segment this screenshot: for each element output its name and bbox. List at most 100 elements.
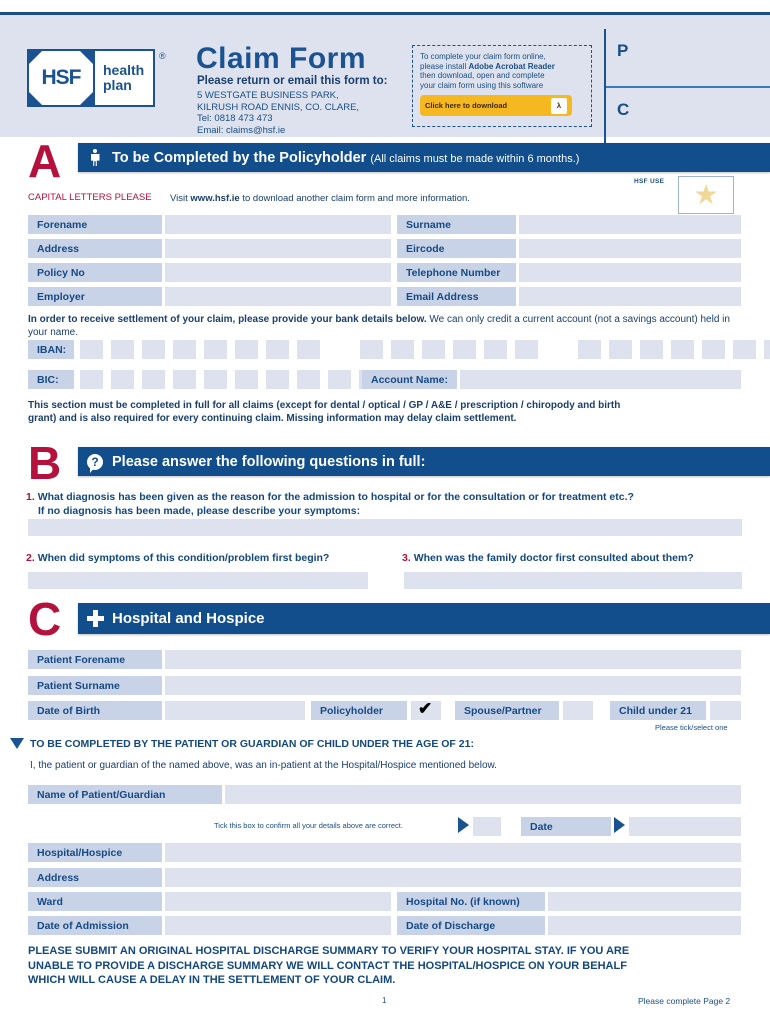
- hospital-address-label: Address: [28, 868, 162, 887]
- eircode-input[interactable]: [519, 239, 741, 258]
- relation-child-label: Child under 21: [610, 701, 706, 720]
- char-box[interactable]: [484, 340, 507, 359]
- logo-word-plan: plan: [103, 77, 132, 93]
- char-box[interactable]: [391, 340, 414, 359]
- date-of-admission-label: Date of Admission: [28, 916, 162, 935]
- section-c-letter: C: [28, 593, 62, 645]
- section-a-letter: A: [28, 135, 62, 187]
- char-box[interactable]: [204, 370, 227, 389]
- question-1-number: 1.: [26, 491, 35, 503]
- claim-form-page: HSF health plan ® Claim Form Please retu…: [0, 0, 770, 1024]
- char-box[interactable]: [235, 340, 258, 359]
- form-header: HSF health plan ® Claim Form Please retu…: [0, 12, 770, 147]
- char-box[interactable]: [80, 370, 103, 389]
- char-box[interactable]: [204, 340, 227, 359]
- char-box[interactable]: [142, 340, 165, 359]
- date-of-admission-input[interactable]: [165, 916, 391, 935]
- confirm-details-checkbox[interactable]: [473, 817, 501, 836]
- address-input[interactable]: [165, 239, 391, 258]
- section-a-title: To be Completed by the Policyholder: [112, 149, 367, 166]
- question-2-text: When did symptoms of this condition/prob…: [37, 552, 330, 564]
- char-box[interactable]: [640, 340, 663, 359]
- char-box[interactable]: [142, 370, 165, 389]
- policyholder-checkmark-icon: ✔: [418, 699, 433, 718]
- email-address-input[interactable]: [519, 287, 741, 306]
- question-3-answer-input[interactable]: [404, 572, 742, 589]
- char-box[interactable]: [111, 370, 134, 389]
- visit-website-note: Visit www.hsf.ie to download another cla…: [170, 193, 470, 204]
- tick-select-note: Please tick/select one: [655, 723, 728, 732]
- char-box[interactable]: [422, 340, 445, 359]
- section-b-letter: B: [28, 437, 62, 489]
- hospital-no-input[interactable]: [548, 892, 741, 911]
- char-box[interactable]: [764, 340, 770, 359]
- confirm-details-text: Tick this box to confirm all your detail…: [214, 821, 403, 830]
- surname-input[interactable]: [519, 215, 741, 234]
- patient-forename-input[interactable]: [165, 650, 741, 669]
- forename-input[interactable]: [165, 215, 391, 234]
- hospital-hospice-input[interactable]: [165, 843, 741, 862]
- policy-no-label: Policy No: [28, 263, 162, 282]
- char-box[interactable]: [328, 370, 351, 389]
- hospital-address-input[interactable]: [165, 868, 741, 887]
- char-box[interactable]: [111, 340, 134, 359]
- ward-input[interactable]: [165, 892, 391, 911]
- char-box[interactable]: [609, 340, 632, 359]
- page-number: 1: [382, 996, 387, 1005]
- policy-no-input[interactable]: [165, 263, 391, 282]
- relation-spouse-checkbox[interactable]: [563, 701, 593, 720]
- char-box[interactable]: [266, 370, 289, 389]
- char-box[interactable]: [515, 340, 538, 359]
- char-box[interactable]: [80, 340, 103, 359]
- download-button[interactable]: Click here to download λ: [420, 95, 572, 117]
- section-a-title-note: (All claims must be made within 6 months…: [370, 152, 580, 165]
- arrow-right-icon-confirm: [458, 817, 469, 833]
- name-patient-guardian-input[interactable]: [225, 785, 741, 804]
- char-box[interactable]: [173, 340, 196, 359]
- char-box[interactable]: [173, 370, 196, 389]
- account-name-input[interactable]: [460, 370, 741, 389]
- c-label: C: [617, 100, 630, 119]
- char-box[interactable]: [733, 340, 756, 359]
- guardian-heading: TO BE COMPLETED BY THE PATIENT OR GUARDI…: [30, 738, 474, 750]
- char-box[interactable]: [671, 340, 694, 359]
- relation-spouse-label: Spouse/Partner: [455, 701, 559, 720]
- star-icon: ★: [693, 179, 719, 210]
- employer-input[interactable]: [165, 287, 391, 306]
- hsf-logo: HSF health plan: [27, 49, 155, 107]
- question-2-answer-input[interactable]: [28, 572, 368, 589]
- char-box[interactable]: [702, 340, 725, 359]
- char-box[interactable]: [266, 340, 289, 359]
- telephone-input[interactable]: [519, 263, 741, 282]
- bank-details-intro: In order to receive settlement of your c…: [28, 314, 730, 338]
- char-box[interactable]: [360, 340, 383, 359]
- char-box[interactable]: [453, 340, 476, 359]
- char-box[interactable]: [235, 370, 258, 389]
- patient-forename-label: Patient Forename: [28, 650, 162, 669]
- question-1-answer-input[interactable]: [28, 519, 742, 536]
- relation-child-checkbox[interactable]: [710, 701, 741, 720]
- date-of-discharge-input[interactable]: [548, 916, 741, 935]
- office-use-c-row[interactable]: C: [606, 88, 770, 147]
- logo-word-health: health: [103, 62, 145, 78]
- hospital-hospice-label: Hospital/Hospice: [28, 843, 162, 862]
- account-name-label: Account Name:: [362, 370, 457, 389]
- office-use-pc-box: P C: [604, 29, 770, 147]
- arrow-right-icon-date: [614, 817, 625, 833]
- address-line-1: 5 WESTGATE BUSINESS PARK,: [197, 90, 339, 101]
- hsf-logo-mark: HSF: [29, 51, 95, 105]
- office-use-p-row[interactable]: P: [606, 29, 770, 88]
- date-input[interactable]: [629, 817, 741, 836]
- patient-surname-input[interactable]: [165, 676, 741, 695]
- char-box[interactable]: [297, 370, 320, 389]
- char-box[interactable]: [578, 340, 601, 359]
- pdf-icon: λ: [551, 97, 567, 114]
- hsf-use-label: HSF USE: [634, 178, 665, 185]
- hsf-logo-wordmark: health plan: [95, 51, 153, 105]
- section-c-title: Hospital and Hospice: [112, 610, 265, 627]
- date-of-birth-input[interactable]: [165, 701, 305, 720]
- section-a-footnote: This section must be completed in full f…: [28, 400, 621, 424]
- char-box[interactable]: [297, 340, 320, 359]
- date-label: Date: [521, 817, 611, 836]
- eircode-label: Eircode: [397, 239, 516, 258]
